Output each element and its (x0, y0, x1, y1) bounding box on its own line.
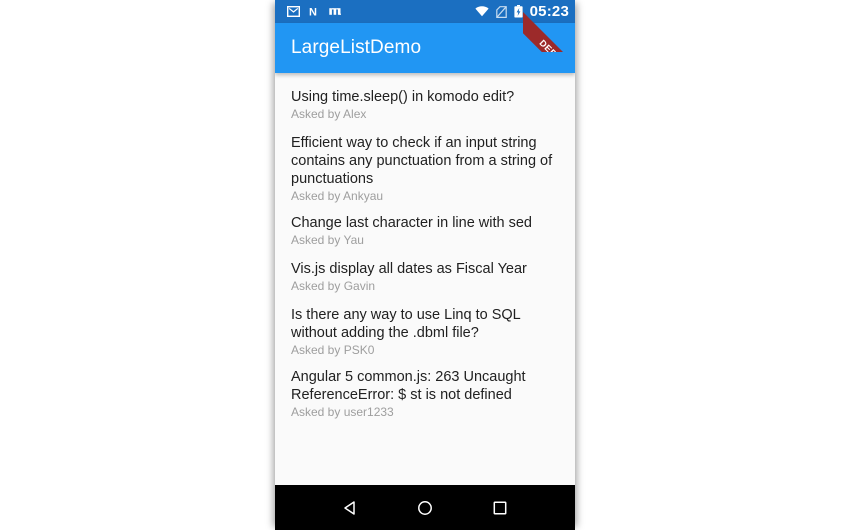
recents-button[interactable] (483, 491, 517, 525)
list-item[interactable]: Efficient way to check if an input strin… (275, 129, 575, 209)
app-bar: LargeListDemo (275, 23, 575, 73)
list-item[interactable]: Change last character in line with sed A… (275, 209, 575, 255)
status-bar-right-icons: 05:23 (475, 4, 569, 20)
recents-square-icon (493, 501, 507, 514)
list-item-title: Efficient way to check if an input strin… (291, 135, 553, 187)
list-item-subtitle: Asked by Yau (291, 233, 364, 247)
list-item[interactable]: Vis.js display all dates as Fiscal Year … (275, 255, 575, 301)
home-button[interactable] (408, 491, 442, 525)
status-bar-clock: 05:23 (529, 2, 569, 20)
back-button[interactable] (333, 491, 367, 525)
no-sim-icon (495, 5, 507, 18)
wifi-icon (475, 6, 489, 17)
screenshot-canvas: N 05:23 LargeListDemo Using time.sleep()… (0, 0, 850, 530)
list-item-subtitle: Asked by Gavin (291, 279, 376, 293)
battery-charging-icon (514, 5, 523, 18)
mega-icon (329, 6, 342, 17)
status-bar-left-icons: N (287, 6, 342, 17)
status-bar: N 05:23 (275, 0, 575, 23)
page-title: LargeListDemo (291, 37, 422, 58)
back-triangle-icon (344, 500, 356, 515)
gmail-icon (287, 6, 300, 17)
list-item-title: Vis.js display all dates as Fiscal Year (291, 261, 527, 277)
home-circle-icon (418, 500, 432, 515)
list-item-subtitle: Asked by user1233 (291, 405, 394, 419)
list-item-subtitle: Asked by Ankyau (291, 189, 384, 203)
android-nav-bar (275, 485, 575, 530)
list-item[interactable]: Is there any way to use Linq to SQL with… (275, 301, 575, 363)
list-item-title: Is there any way to use Linq to SQL with… (291, 307, 521, 341)
list-item-title: Change last character in line with sed (291, 215, 532, 231)
list-item-title: Angular 5 common.js: 263 Uncaught Refere… (291, 369, 526, 403)
list-item[interactable]: Using time.sleep() in komodo edit? Asked… (275, 83, 575, 129)
question-list[interactable]: Using time.sleep() in komodo edit? Asked… (275, 73, 575, 485)
list-item[interactable]: Angular 5 common.js: 263 Uncaught Refere… (275, 363, 575, 425)
phone-screen: N 05:23 LargeListDemo Using time.sleep()… (275, 0, 575, 530)
list-item-subtitle: Asked by PSK0 (291, 343, 375, 357)
list-item-title: Using time.sleep() in komodo edit? (291, 89, 515, 105)
evernote-icon: N (309, 6, 320, 17)
svg-text:N: N (309, 7, 317, 17)
list-item-subtitle: Asked by Alex (291, 107, 367, 121)
